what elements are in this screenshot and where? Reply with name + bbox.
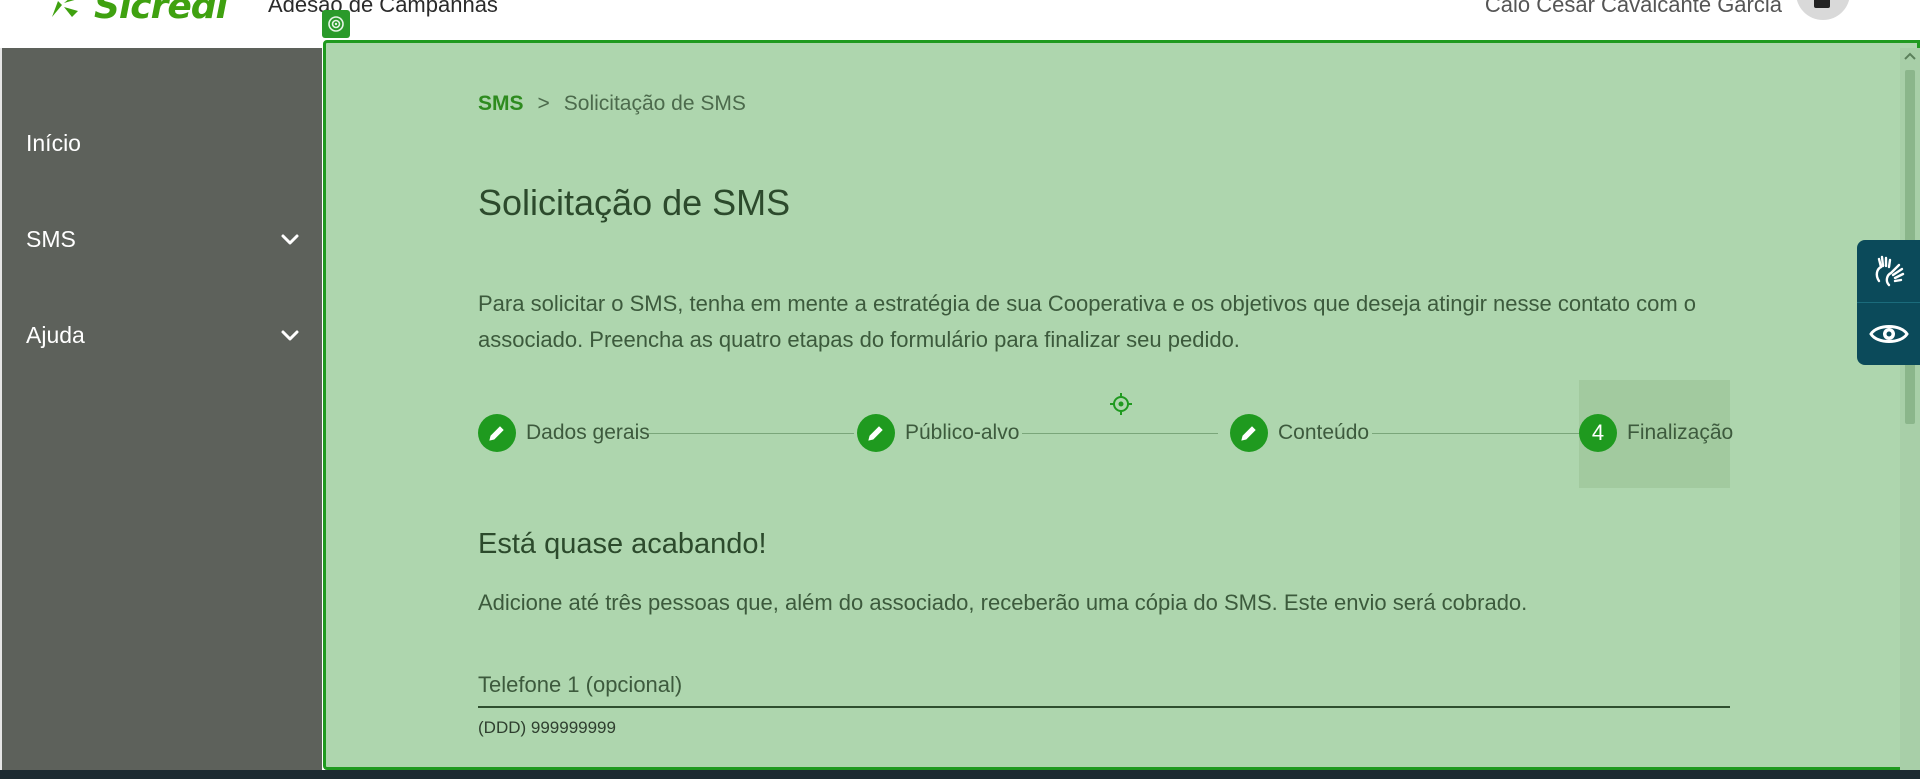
sidebar-item-label: Ajuda xyxy=(26,321,85,348)
section-description: Adicione até três pessoas que, além do a… xyxy=(478,590,1528,615)
eye-icon xyxy=(1868,325,1909,343)
phone-1-field[interactable]: Telefone 1 (opcional) (DDD) 999999999 xyxy=(478,672,1730,738)
crosshair-icon xyxy=(1110,393,1132,415)
step-publico-alvo[interactable]: Público-alvo xyxy=(857,414,1019,452)
bottom-taskbar-edge xyxy=(0,770,1920,779)
sicredi-logo-icon xyxy=(52,0,78,17)
step-conteudo[interactable]: Conteúdo xyxy=(1230,414,1369,452)
sidebar-item-label: Início xyxy=(26,129,81,156)
chevron-down-icon xyxy=(281,330,299,341)
logo-text: Sicredi xyxy=(94,0,228,27)
pencil-icon xyxy=(478,414,516,452)
chevron-down-icon xyxy=(281,234,299,245)
visibility-button[interactable] xyxy=(1857,303,1920,365)
sidebar-item-inicio[interactable]: Início xyxy=(26,123,302,163)
step-label: Dados gerais xyxy=(526,421,650,444)
sign-language-button[interactable] xyxy=(1857,240,1920,302)
user-avatar[interactable] xyxy=(1796,0,1850,20)
step-number: 4 xyxy=(1579,414,1617,452)
phone-1-label[interactable]: Telefone 1 (opcional) xyxy=(478,672,1730,708)
sidebar-item-label: SMS xyxy=(26,225,76,252)
step-connector xyxy=(1022,433,1218,434)
step-connector xyxy=(1372,433,1580,434)
step-label: Público-alvo xyxy=(905,421,1020,444)
sidebar: Início SMS Ajuda xyxy=(0,48,322,772)
sign-language-icon xyxy=(1875,255,1904,287)
app-title: Adesão de Campanhas xyxy=(268,0,498,17)
target-badge-icon xyxy=(322,10,350,38)
pencil-icon xyxy=(1230,414,1268,452)
page-intro: Para solicitar o SMS, tenha em mente a e… xyxy=(478,291,1697,352)
step-dados-gerais[interactable]: Dados gerais xyxy=(478,414,650,452)
accessibility-widget xyxy=(1857,240,1920,365)
step-finalizacao[interactable]: 4 Finalização xyxy=(1579,414,1733,452)
sidebar-item-ajuda[interactable]: Ajuda xyxy=(26,315,302,355)
pencil-icon xyxy=(857,414,895,452)
section-title: Está quase acabando! xyxy=(478,528,767,560)
step-label: Finalização xyxy=(1627,421,1734,444)
sicredi-logo[interactable]: Sicredi xyxy=(48,0,228,27)
sidebar-item-sms[interactable]: SMS xyxy=(26,219,302,259)
breadcrumb: SMS > Solicitação de SMS xyxy=(478,92,746,116)
breadcrumb-link-sms[interactable]: SMS xyxy=(478,92,524,116)
form-stepper: Dados gerais Público-alvo Conteúdo 4 Fin… xyxy=(478,380,1733,488)
page-title: Solicitação de SMS xyxy=(478,182,791,223)
phone-1-hint: (DDD) 999999999 xyxy=(478,718,616,737)
breadcrumb-separator: > xyxy=(537,92,550,115)
step-label: Conteúdo xyxy=(1278,421,1370,444)
step-connector xyxy=(648,433,854,434)
user-name[interactable]: Caio César Cavalcante Garcia xyxy=(1485,0,1782,18)
breadcrumb-current: Solicitação de SMS xyxy=(563,92,746,115)
scroll-up-arrow-icon[interactable] xyxy=(1903,50,1917,62)
